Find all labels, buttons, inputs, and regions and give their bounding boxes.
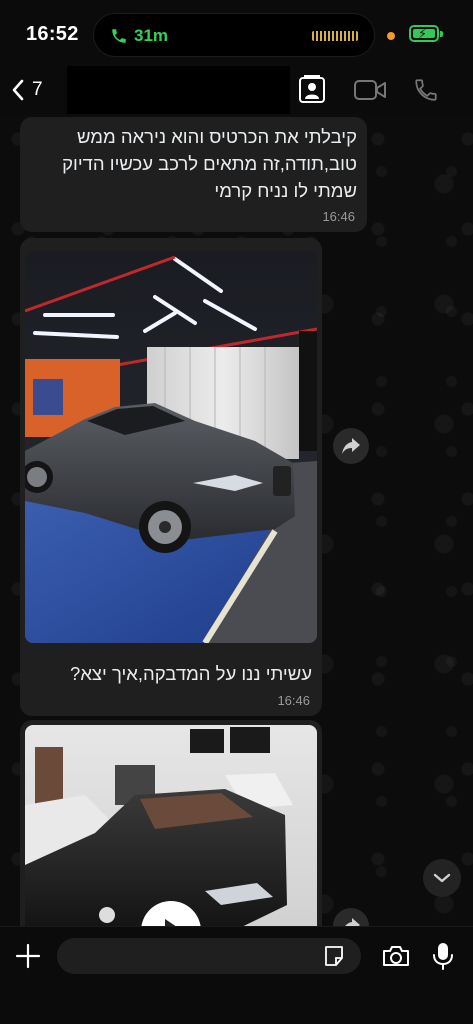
car-photo[interactable] <box>25 725 317 950</box>
plus-icon <box>15 943 41 969</box>
back-button[interactable]: 7 <box>10 78 43 102</box>
message-text: קיבלתי את הכרטיס והוא ניראה ממש טוב,תודה… <box>62 126 357 201</box>
status-bar: 16:52 31m ⚡ <box>0 0 473 70</box>
message-time: 16:46 <box>322 209 355 224</box>
message-bubble[interactable]: קיבלתי את הכרטיס והוא ניראה ממש טוב,תודה… <box>20 117 367 232</box>
chevron-left-icon <box>12 79 24 101</box>
voice-call-button[interactable] <box>410 74 442 106</box>
mic-indicator-dot <box>387 32 395 40</box>
battery-icon: ⚡ <box>409 25 443 42</box>
camera-button[interactable] <box>380 941 412 971</box>
video-call-button[interactable] <box>352 74 388 106</box>
composer-bar <box>0 926 473 1024</box>
forward-icon <box>342 438 360 454</box>
attach-button[interactable] <box>13 941 43 971</box>
contact-name-redacted[interactable] <box>67 66 290 114</box>
message-time: 16:46 <box>277 693 310 708</box>
scroll-to-bottom-button[interactable] <box>423 859 461 897</box>
microphone-icon <box>433 943 453 970</box>
sticker-icon[interactable] <box>322 944 346 968</box>
ongoing-call-pill[interactable]: 31m <box>102 22 178 50</box>
microphone-button[interactable] <box>428 941 458 971</box>
unread-count: 7 <box>32 79 43 100</box>
car-photo-image <box>25 251 317 643</box>
photo-caption: עשיתי ננו על המדבקה,איך יצא? <box>70 663 312 684</box>
contact-card-icon <box>299 75 325 103</box>
camera-icon <box>383 946 409 966</box>
status-time: 16:52 <box>26 23 79 45</box>
chevron-down-icon <box>433 873 451 883</box>
chat-header: 7 <box>0 66 473 114</box>
dynamic-island[interactable]: 31m <box>93 13 375 57</box>
phone-icon <box>415 79 437 101</box>
photo-message-bubble[interactable]: עשיתי ננו על המדבקה,איך יצא? 16:46 <box>20 238 322 716</box>
video-call-icon <box>354 80 386 100</box>
call-duration: 31m <box>134 26 169 45</box>
contact-card-button[interactable] <box>296 74 328 106</box>
car-photo[interactable] <box>25 251 317 643</box>
photo-message-bubble[interactable] <box>20 720 322 950</box>
phone-icon <box>112 29 126 43</box>
audio-waveform-icon <box>312 31 358 41</box>
message-input[interactable] <box>57 938 361 974</box>
forward-button[interactable] <box>333 428 369 464</box>
